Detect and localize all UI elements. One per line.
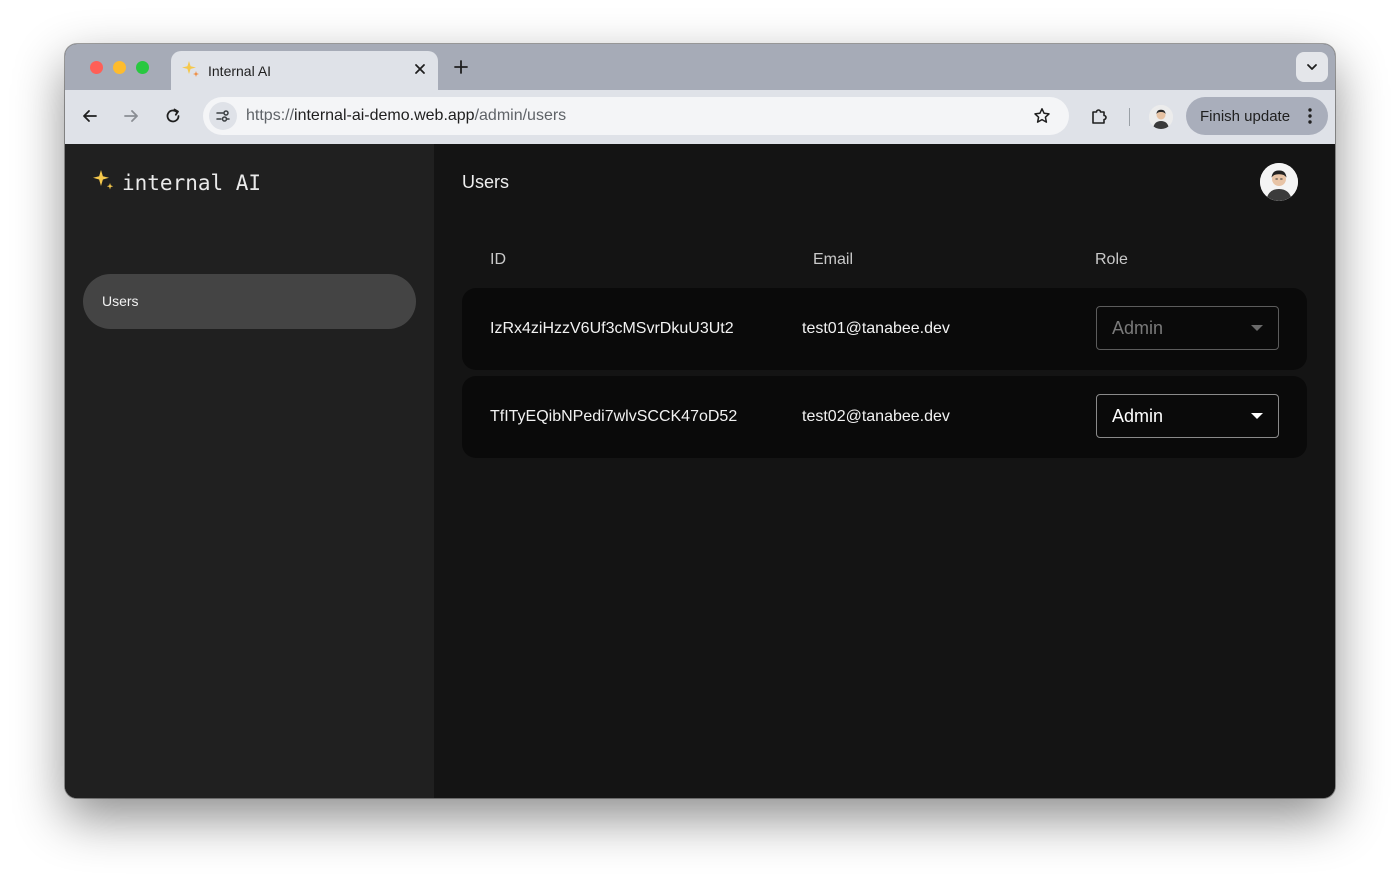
finish-update-button[interactable]: Finish update [1186,97,1328,135]
site-settings-icon[interactable] [209,102,237,130]
back-arrow-icon[interactable] [78,104,102,128]
page-title: Users [462,172,510,192]
browser-window: Internal AI https://internal-ai-demo.web… [65,44,1335,798]
tab-title: Internal AI [208,63,272,79]
user-avatar[interactable] [1260,163,1298,201]
reload-icon[interactable] [161,104,185,128]
table-row: TfITyEQibNPedi7wlvSCCK47oD52 test02@tana… [462,376,1307,458]
forward-arrow-icon[interactable] [119,104,143,128]
dropdown-arrow-icon [1251,325,1263,331]
user-id-cell: IzRx4ziHzzV6Uf3cMSvrDkuU3Ut2 [490,320,734,337]
more-vertical-icon[interactable] [1302,107,1318,125]
profile-avatar-icon[interactable] [1149,105,1173,129]
browser-toolbar: https://internal-ai-demo.web.app/admin/u… [65,90,1335,145]
close-window-button[interactable] [90,61,103,74]
app-root: internal AI Users Users ID Email Role Iz… [65,144,1335,798]
dropdown-arrow-icon[interactable] [1251,413,1263,419]
sidebar-item-users[interactable]: Users [83,274,416,329]
app-logo-text: internal AI [122,170,262,195]
sparkle-logo-icon [92,168,116,197]
role-select: Admin [1096,306,1279,350]
user-id-cell: TfITyEQibNPedi7wlvSCCK47oD52 [490,408,738,425]
sparkle-favicon-icon [181,59,201,84]
browser-tab[interactable]: Internal AI [171,51,438,90]
table-row: IzRx4ziHzzV6Uf3cMSvrDkuU3Ut2 test01@tana… [462,288,1307,370]
maximize-window-button[interactable] [136,61,149,74]
role-select-value: Admin [1112,406,1164,426]
sidebar: internal AI Users [65,144,434,798]
app-logo[interactable]: internal AI [92,168,261,197]
sidebar-item-label: Users [102,293,139,309]
role-select[interactable]: Admin [1096,394,1279,438]
bookmark-star-icon[interactable] [1032,106,1052,126]
url-path: /admin/users [474,107,567,124]
close-tab-icon[interactable] [411,60,429,78]
column-header-role: Role [1095,251,1128,268]
new-tab-plus-icon[interactable] [450,56,472,78]
finish-update-label: Finish update [1200,108,1291,125]
column-header-id: ID [490,251,506,268]
minimize-window-button[interactable] [113,61,126,74]
column-header-email: Email [813,251,854,268]
address-bar[interactable]: https://internal-ai-demo.web.app/admin/u… [203,97,1069,135]
extensions-puzzle-icon[interactable] [1088,105,1110,127]
toolbar-divider [1129,108,1130,126]
url-origin: https:// [246,107,295,124]
url-text: https://internal-ai-demo.web.app/admin/u… [246,107,566,125]
role-select-value: Admin [1112,318,1164,338]
tab-strip: Internal AI [65,44,1335,90]
user-email-cell: test02@tanabee.dev [802,408,950,425]
url-host: internal-ai-demo.web.app [294,107,475,124]
tab-search-chevron-icon[interactable] [1296,52,1328,82]
main-content: Users ID Email Role IzRx4ziHzzV6Uf3cMSvr… [434,144,1335,798]
user-email-cell: test01@tanabee.dev [802,320,950,337]
